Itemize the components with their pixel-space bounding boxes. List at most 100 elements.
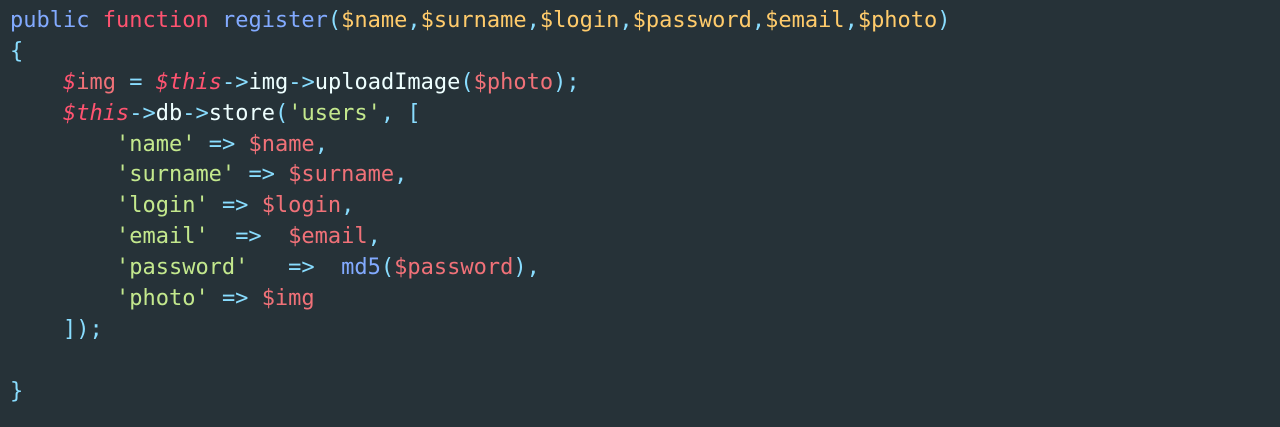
code-token: -> — [129, 100, 156, 126]
code-token: md5 — [341, 255, 381, 281]
code-token: $ — [539, 8, 554, 33]
code-token: -> — [182, 100, 209, 126]
code-line[interactable]: ​ — [10, 346, 1280, 377]
code-token: $ — [420, 8, 434, 33]
code-token: => — [235, 224, 262, 250]
code-line[interactable]: 'surname' => $surname, — [10, 160, 1280, 191]
code-token: $this — [155, 69, 222, 95]
code-token: 'password' — [115, 255, 249, 281]
code-token: -> — [288, 69, 315, 95]
code-token: password — [645, 8, 752, 33]
code-editor[interactable]: public function register($name,$surname,… — [0, 0, 1280, 427]
code-token: $ — [341, 8, 355, 33]
code-token: name — [354, 8, 408, 33]
code-token: => — [221, 193, 249, 219]
code-line[interactable]: } — [10, 377, 1280, 408]
code-token: $ — [857, 8, 872, 33]
code-token: login — [553, 8, 620, 33]
code-token: => — [221, 286, 249, 312]
code-token: ( — [327, 8, 342, 33]
code-token: $this — [62, 100, 130, 126]
code-token: 'users' — [288, 100, 381, 126]
code-token: $ — [765, 8, 779, 33]
code-line[interactable]: $img = $this->img->uploadImage($photo); — [10, 68, 1280, 99]
code-token: email — [778, 8, 845, 33]
code-token: => — [208, 131, 236, 157]
code-token: ( — [274, 100, 289, 126]
code-line[interactable]: 'login' => $login, — [10, 191, 1280, 222]
code-token: ]); — [62, 316, 103, 342]
code-token: , — [341, 193, 355, 219]
code-token: 'email' — [115, 224, 209, 250]
code-token: $email — [288, 224, 368, 250]
code-token: register — [221, 8, 328, 33]
code-token: $password — [394, 255, 514, 281]
code-token: ), — [513, 255, 540, 281]
code-token: store — [208, 100, 275, 126]
code-token: , — [407, 8, 421, 33]
code-token: $ — [62, 69, 77, 95]
code-token: $img — [261, 286, 315, 312]
code-token: 'surname' — [115, 162, 236, 188]
code-line[interactable]: 'photo' => $img — [10, 284, 1280, 315]
code-token: 'login' — [115, 193, 209, 219]
code-token: img — [248, 69, 289, 95]
code-token: , — [844, 8, 858, 33]
code-token: db — [155, 100, 183, 126]
code-token: uploadImage — [314, 69, 461, 95]
code-token: photo — [871, 8, 938, 33]
code-token: ( — [460, 69, 474, 95]
code-token: $name — [248, 131, 315, 157]
code-token: -> — [221, 69, 249, 95]
code-token: 'name' — [115, 131, 196, 157]
code-line[interactable]: $this->db->store('users', [ — [10, 99, 1280, 130]
code-token: , — [394, 162, 408, 188]
code-token: } — [10, 378, 24, 404]
code-line[interactable]: { — [10, 37, 1280, 68]
code-line[interactable]: ]); — [10, 315, 1280, 346]
code-token: function — [102, 8, 209, 33]
code-line[interactable]: 'name' => $name, — [10, 130, 1280, 161]
code-token: , — [619, 8, 633, 33]
code-token: => — [248, 162, 275, 188]
code-line[interactable]: 'email' => $email, — [10, 222, 1280, 253]
code-token: => — [288, 255, 315, 281]
code-token: , — [526, 8, 540, 33]
code-token: , — [380, 100, 408, 126]
code-token: public — [10, 8, 90, 33]
code-token: $login — [261, 193, 342, 219]
code-token: 'photo' — [115, 286, 209, 312]
code-token: , — [751, 8, 766, 33]
code-line[interactable]: 'password' => md5($password), — [10, 253, 1280, 284]
code-token: ) — [937, 8, 951, 33]
code-token: , — [314, 131, 328, 157]
code-line[interactable]: public function register($name,$surname,… — [10, 6, 1280, 37]
code-token: = — [129, 69, 143, 95]
code-token: $ — [632, 8, 646, 33]
code-token: $ — [473, 69, 487, 95]
code-token: $surname — [288, 162, 395, 188]
